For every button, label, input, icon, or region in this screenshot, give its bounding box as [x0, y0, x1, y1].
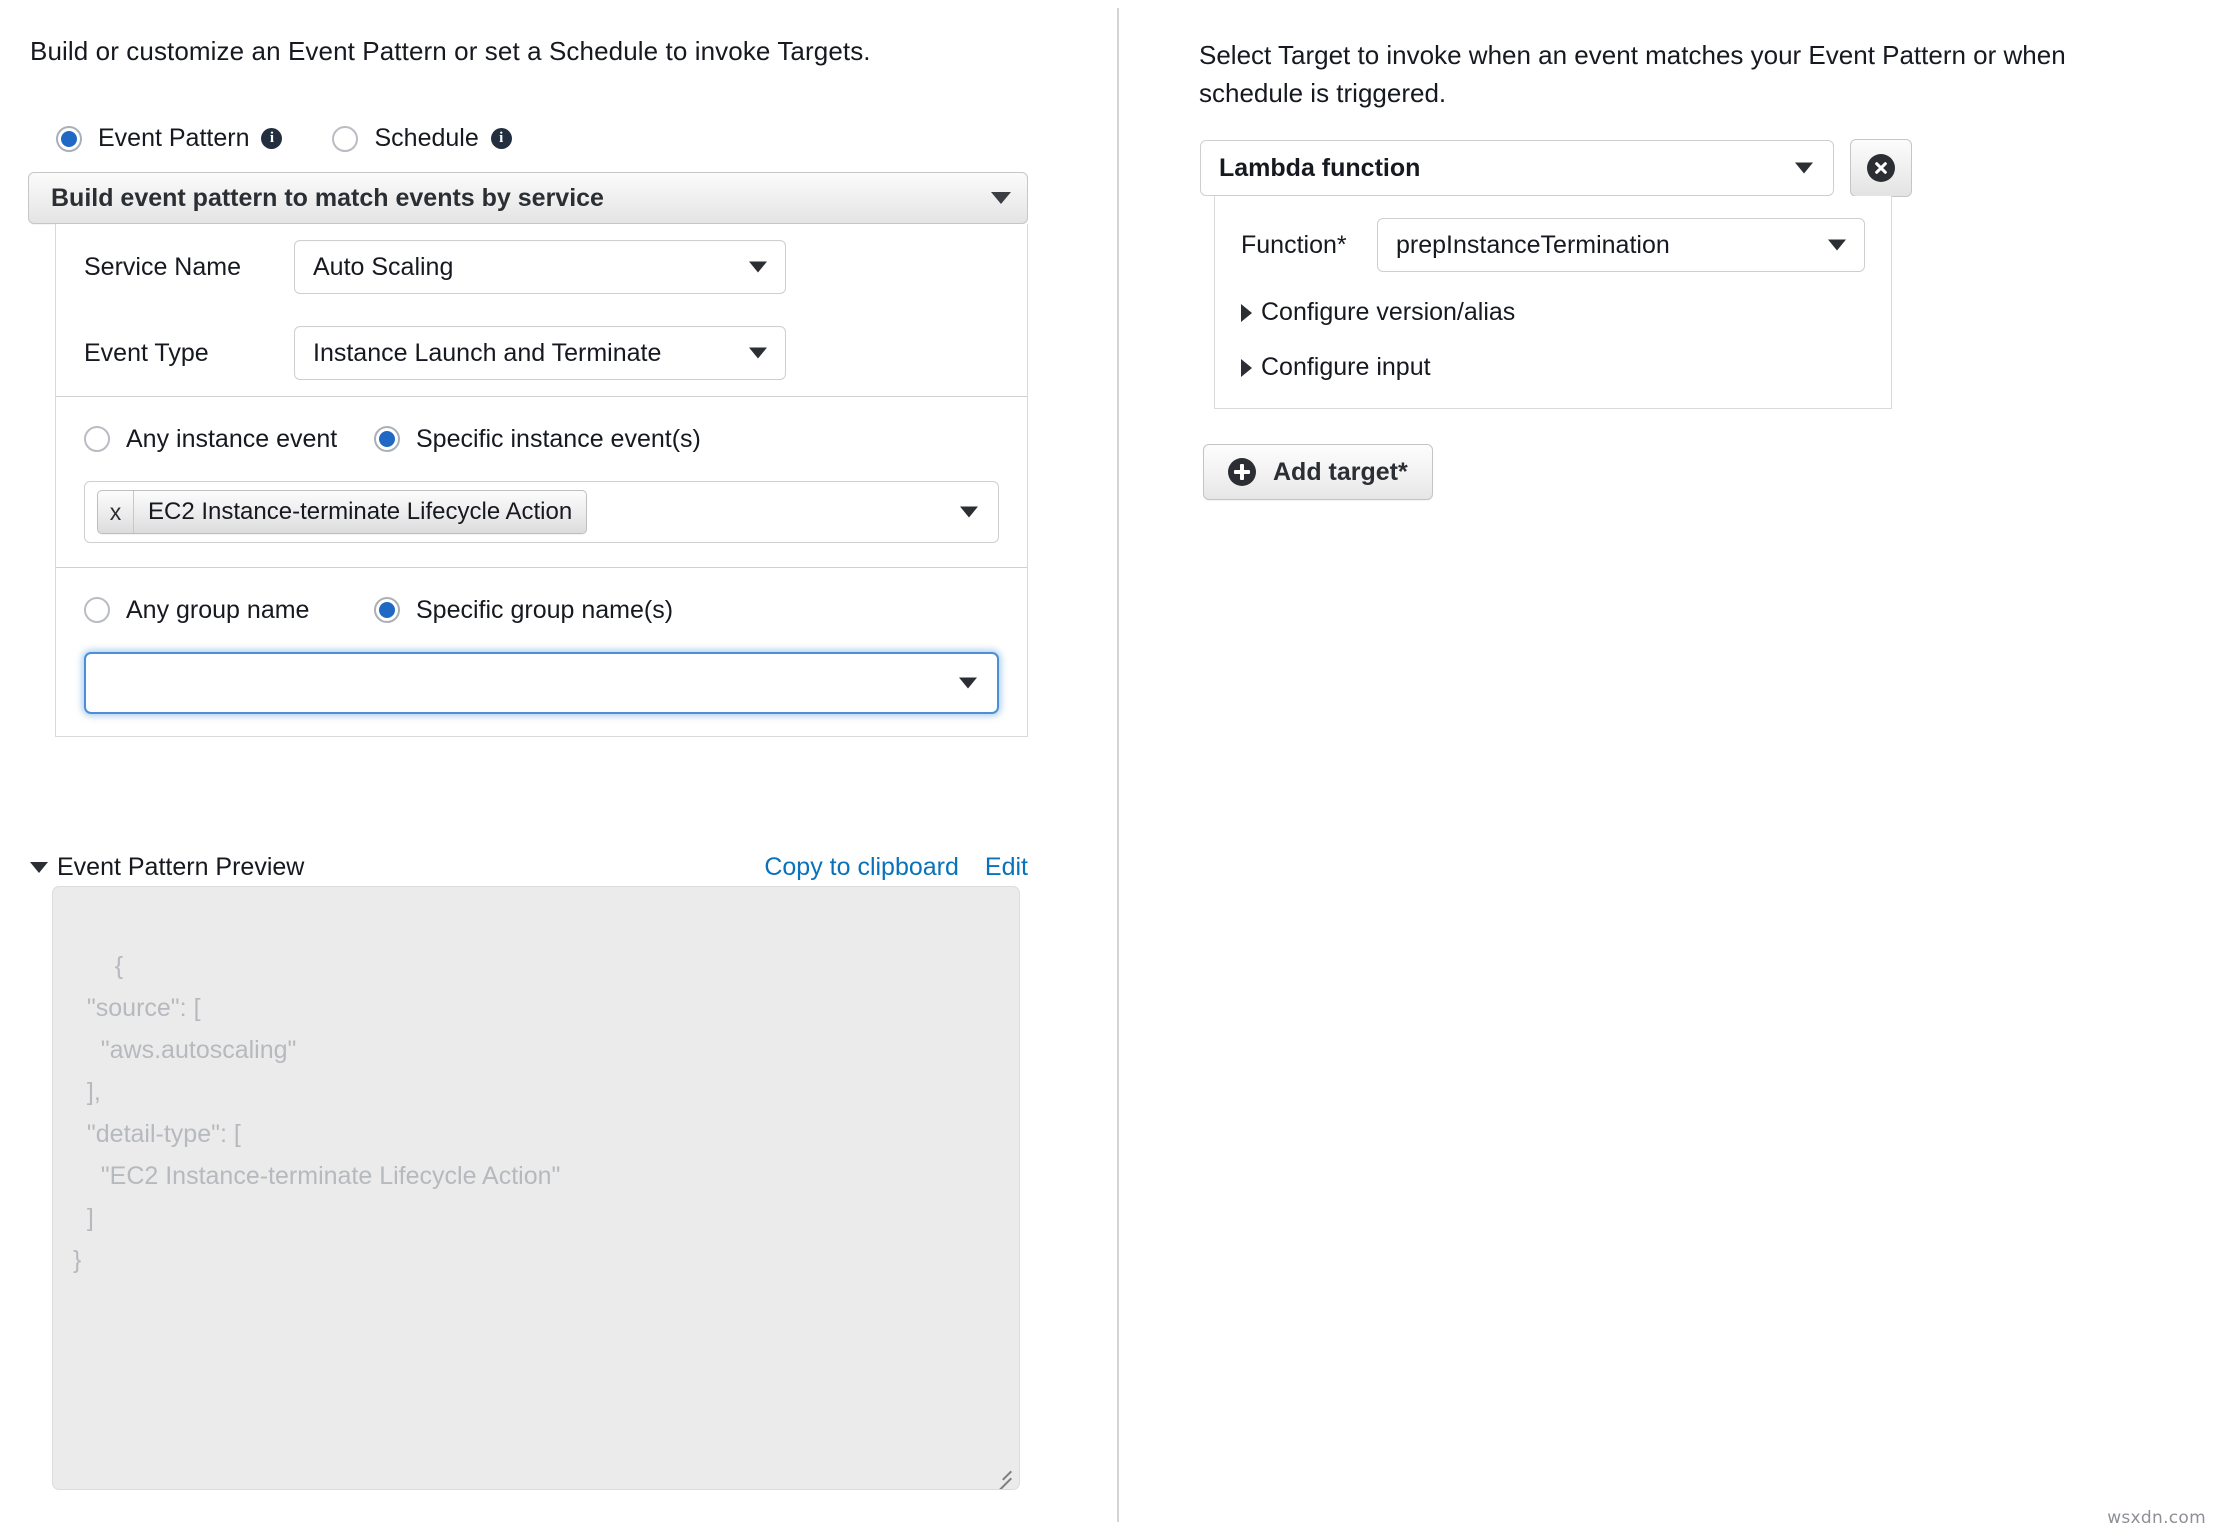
event-pattern-preview-header: Event Pattern Preview Copy to clipboard … [30, 853, 1028, 882]
close-circle-icon [1867, 154, 1895, 182]
disclosure-label-configure-version-alias: Configure version/alias [1261, 298, 1516, 326]
select-function-value: prepInstanceTermination [1396, 230, 1670, 259]
targets-intro: Select Target to invoke when an event ma… [1199, 40, 2066, 108]
select-function[interactable]: prepInstanceTermination [1377, 218, 1865, 272]
preview-title: Event Pattern Preview [57, 853, 305, 881]
event-source-intro: Build or customize an Event Pattern or s… [30, 36, 871, 66]
disclosure-configure-input[interactable]: Configure input [1241, 353, 1865, 382]
targets-pane: Select Target to invoke when an event ma… [1150, 0, 2216, 1534]
target-config-panel: Function* prepInstanceTermination Config… [1214, 196, 1892, 409]
chevron-right-icon [1241, 303, 1252, 322]
info-icon-schedule[interactable]: i [490, 128, 512, 149]
event-pattern-builder-title: Build event pattern to match events by s… [51, 183, 604, 212]
preview-actions: Copy to clipboard Edit [764, 853, 1028, 882]
info-icon-event-pattern[interactable]: i [261, 128, 283, 149]
chevron-down-icon [749, 347, 767, 359]
select-service-name[interactable]: Auto Scaling [294, 240, 786, 294]
radio-option-any-instance-event[interactable]: Any instance event [84, 425, 374, 454]
radio-label-any-instance-event: Any instance event [126, 424, 338, 453]
add-target-button[interactable]: Add target* [1203, 444, 1433, 500]
radio-label-schedule: Schedule [374, 124, 479, 152]
radio-option-specific-instance-event[interactable]: Specific instance event(s) [374, 425, 701, 454]
radio-label-specific-instance-event: Specific instance event(s) [416, 424, 701, 453]
chevron-right-icon [1241, 358, 1252, 377]
label-event-type: Event Type [84, 338, 209, 367]
radio-option-any-group-name[interactable]: Any group name [84, 596, 374, 625]
chevron-down-icon [1795, 162, 1813, 174]
chevron-down-icon [959, 677, 977, 689]
label-function: Function* [1241, 230, 1347, 259]
select-target-type-value: Lambda function [1219, 153, 1421, 182]
select-event-type[interactable]: Instance Launch and Terminate [294, 326, 786, 380]
event-pattern-preview-json: { "source": [ "aws.autoscaling" ], "deta… [73, 952, 561, 1274]
radio-label-event-pattern: Event Pattern [98, 124, 250, 152]
add-target-label: Add target* [1273, 457, 1408, 486]
token-remove-icon[interactable]: x [98, 491, 134, 533]
pane-divider [1117, 8, 1119, 1522]
remove-target-button[interactable] [1850, 139, 1912, 197]
field-row-function: Function* prepInstanceTermination [1241, 218, 1865, 272]
radio-label-any-group-name: Any group name [126, 595, 310, 624]
copy-to-clipboard-link[interactable]: Copy to clipboard [764, 853, 959, 882]
field-row-service-name: Service Name Auto Scaling [56, 224, 1027, 310]
radio-option-specific-group-name[interactable]: Specific group name(s) [374, 596, 673, 625]
chevron-down-icon [991, 192, 1011, 204]
group-name-section: Any group name Specific group name(s) [56, 567, 1027, 714]
token-label: EC2 Instance-terminate Lifecycle Action [148, 498, 573, 525]
edit-link[interactable]: Edit [985, 853, 1028, 882]
event-mode-radio-group: Event Pattern i Schedule i [56, 124, 512, 153]
service-fields-section: Service Name Auto Scaling Event Type Ins… [56, 224, 1027, 396]
radio-event-pattern[interactable] [56, 125, 82, 152]
event-source-pane: Build or customize an Event Pattern or s… [0, 0, 1090, 1534]
screen-root: Build or customize an Event Pattern or s… [0, 0, 2216, 1534]
radio-label-specific-group-name: Specific group name(s) [416, 595, 674, 624]
disclosure-label-configure-input: Configure input [1261, 353, 1431, 381]
select-specific-instance-events[interactable]: x EC2 Instance-terminate Lifecycle Actio… [84, 481, 999, 543]
radio-option-schedule[interactable]: Schedule i [332, 124, 512, 153]
select-specific-group-names[interactable] [84, 652, 999, 714]
chevron-down-icon [960, 506, 978, 518]
chevron-down-icon [30, 862, 48, 873]
label-service-name: Service Name [84, 252, 241, 281]
radio-specific-group-name[interactable] [374, 597, 400, 623]
radio-schedule[interactable] [332, 125, 359, 152]
watermark: wsxdn.com [2107, 1508, 2206, 1528]
radio-any-group-name[interactable] [84, 597, 110, 623]
radio-any-instance-event[interactable] [84, 426, 110, 452]
event-pattern-preview-textarea[interactable]: { "source": [ "aws.autoscaling" ], "deta… [52, 886, 1020, 1490]
disclosure-configure-version-alias[interactable]: Configure version/alias [1241, 298, 1865, 327]
chevron-down-icon [1828, 239, 1846, 251]
token-instance-event: x EC2 Instance-terminate Lifecycle Actio… [97, 490, 588, 534]
resize-handle-icon[interactable] [990, 1460, 1012, 1482]
select-event-type-value: Instance Launch and Terminate [313, 338, 662, 367]
chevron-down-icon [749, 261, 767, 273]
event-pattern-form: Service Name Auto Scaling Event Type Ins… [55, 224, 1028, 737]
select-target-type[interactable]: Lambda function [1200, 140, 1834, 196]
group-name-radio-group: Any group name Specific group name(s) [56, 568, 1027, 652]
radio-option-event-pattern[interactable]: Event Pattern i [56, 124, 283, 153]
preview-toggle[interactable]: Event Pattern Preview [30, 853, 304, 882]
plus-circle-icon [1228, 458, 1256, 486]
radio-specific-instance-event[interactable] [374, 426, 400, 452]
field-row-event-type: Event Type Instance Launch and Terminate [56, 310, 1027, 396]
instance-event-radio-group: Any instance event Specific instance eve… [56, 397, 1027, 481]
event-pattern-builder-header[interactable]: Build event pattern to match events by s… [28, 172, 1028, 224]
instance-event-section: Any instance event Specific instance eve… [56, 396, 1027, 543]
select-service-name-value: Auto Scaling [313, 252, 454, 281]
